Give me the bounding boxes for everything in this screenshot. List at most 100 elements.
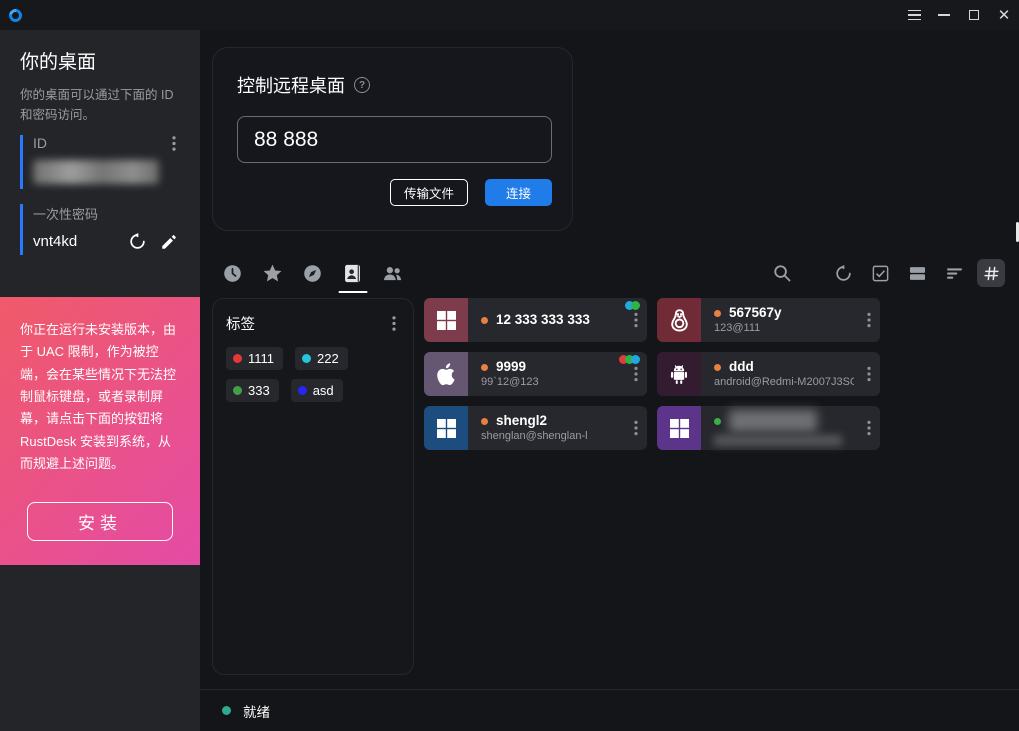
menu-button[interactable] <box>899 0 929 30</box>
os-tile <box>424 352 468 396</box>
compass-icon <box>302 263 323 284</box>
peer-hostname: android@Redmi-M2007J3SC <box>714 376 854 389</box>
refresh-button[interactable] <box>829 259 857 287</box>
online-status-dot <box>714 364 721 371</box>
main-area: 控制远程桌面 ? 传输文件 连接 <box>200 30 1019 731</box>
connect-button[interactable]: 连接 <box>485 179 552 206</box>
peer-menu-button[interactable] <box>867 421 871 436</box>
sidebar-title: 你的桌面 <box>20 47 180 74</box>
tab-address-book[interactable] <box>342 258 363 288</box>
peer-menu-button[interactable] <box>867 313 871 328</box>
online-status-dot <box>481 418 488 425</box>
peer-menu-button[interactable] <box>867 367 871 382</box>
peer-card[interactable]: shengl2 shenglan@shenglan-l <box>424 406 647 450</box>
star-icon <box>262 263 283 284</box>
peer-hostname: 99`12@123 <box>481 376 621 389</box>
os-tile <box>657 406 701 450</box>
rustdesk-logo-icon <box>6 6 24 24</box>
apple-logo-icon <box>434 362 459 387</box>
rustdesk-window: ✕ 你的桌面 你的桌面可以通过下面的 ID 和密码访问。 ID 一次性密码 vn… <box>0 0 1019 731</box>
tag-item[interactable]: 1111 <box>226 347 283 370</box>
grid-view-button[interactable] <box>977 259 1005 287</box>
install-warning-text: 你正在运行未安装版本，由于 UAC 限制，作为被控端，会在某些情况下无法控制鼠标… <box>20 319 180 476</box>
peer-hostname-redacted <box>714 435 842 446</box>
tags-menu-button[interactable] <box>392 316 396 331</box>
tab-group[interactable] <box>382 258 403 288</box>
online-status-dot <box>714 310 721 317</box>
checkbox-icon <box>871 264 890 283</box>
sidebar: 你的桌面 你的桌面可以通过下面的 ID 和密码访问。 ID 一次性密码 vnt4… <box>0 30 200 731</box>
remote-id-input[interactable] <box>237 116 552 163</box>
os-tile <box>657 352 701 396</box>
maximize-icon <box>969 10 979 20</box>
peer-view-actions <box>768 259 1005 287</box>
id-label: ID <box>33 135 47 151</box>
stacked-cards-icon <box>908 264 927 283</box>
tab-recent-sessions[interactable] <box>222 258 243 288</box>
peer-name-redacted <box>729 410 817 432</box>
transfer-file-button[interactable]: 传输文件 <box>390 179 468 206</box>
peer-name: 567567y <box>729 305 782 321</box>
connect-card: 控制远程桌面 ? 传输文件 连接 <box>212 47 573 231</box>
hamburger-icon <box>908 10 921 21</box>
peer-info <box>701 406 880 450</box>
connection-status-label: 就绪 <box>243 701 270 721</box>
peer-menu-button[interactable] <box>634 367 638 382</box>
edit-password-icon[interactable] <box>160 233 178 251</box>
active-tab-underline <box>338 291 367 294</box>
password-value: vnt4kd <box>33 233 77 250</box>
windows-logo-icon <box>434 308 458 332</box>
tag-color-dot <box>302 354 311 363</box>
peers-grid: 12 333 333 333 567567 <box>424 298 880 675</box>
peer-card[interactable]: 12 333 333 333 <box>424 298 647 342</box>
peer-card[interactable]: 9999 99`12@123 <box>424 352 647 396</box>
id-menu-button[interactable] <box>172 136 176 151</box>
group-icon <box>382 262 403 285</box>
tags-panel: 标签 1111 222 333 asd <box>212 298 414 675</box>
minimize-button[interactable] <box>929 0 959 30</box>
regenerate-password-icon[interactable] <box>128 232 147 251</box>
peer-tag-dots <box>622 355 640 364</box>
select-button[interactable] <box>866 259 894 287</box>
tag-label: asd <box>313 383 334 398</box>
close-button[interactable]: ✕ <box>989 0 1019 30</box>
minimize-icon <box>938 14 950 16</box>
peer-card[interactable]: ddd android@Redmi-M2007J3SC <box>657 352 880 396</box>
card-view-button[interactable] <box>903 259 931 287</box>
help-icon[interactable]: ? <box>354 77 370 93</box>
os-tile <box>424 406 468 450</box>
list-view-button[interactable] <box>940 259 968 287</box>
peer-menu-button[interactable] <box>634 313 638 328</box>
peer-hostname: shenglan@shenglan-l <box>481 430 621 443</box>
peer-card[interactable]: 567567y 123@111 <box>657 298 880 342</box>
peer-info: 567567y 123@111 <box>701 298 880 342</box>
tag-label: 333 <box>248 383 270 398</box>
peer-name: shengl2 <box>496 413 547 429</box>
tag-item[interactable]: 333 <box>226 379 279 402</box>
tag-color-dot <box>233 354 242 363</box>
install-button[interactable]: 安装 <box>27 502 173 541</box>
search-button[interactable] <box>768 259 796 287</box>
linux-tux-icon <box>666 307 693 334</box>
windows-logo-icon <box>667 416 691 440</box>
tab-favorites[interactable] <box>262 258 283 288</box>
close-icon: ✕ <box>998 8 1011 23</box>
tag-color-dot <box>233 386 242 395</box>
peer-name: 12 333 333 333 <box>496 312 590 328</box>
sidebar-description: 你的桌面可以通过下面的 ID 和密码访问。 <box>20 85 182 125</box>
peer-card[interactable] <box>657 406 880 450</box>
tag-item[interactable]: 222 <box>295 347 348 370</box>
tag-list: 1111 222 333 asd <box>226 347 400 402</box>
titlebar: ✕ <box>0 0 1019 30</box>
tab-discovered[interactable] <box>302 258 323 288</box>
maximize-button[interactable] <box>959 0 989 30</box>
peer-menu-button[interactable] <box>634 421 638 436</box>
connection-status-dot <box>222 706 231 715</box>
id-value-redacted <box>33 160 159 184</box>
online-status-dot <box>481 317 488 324</box>
tag-label: 1111 <box>248 351 274 366</box>
os-tile <box>424 298 468 342</box>
windows-logo-icon <box>434 416 458 440</box>
window-controls: ✕ <box>899 0 1019 30</box>
tag-item[interactable]: asd <box>291 379 343 402</box>
